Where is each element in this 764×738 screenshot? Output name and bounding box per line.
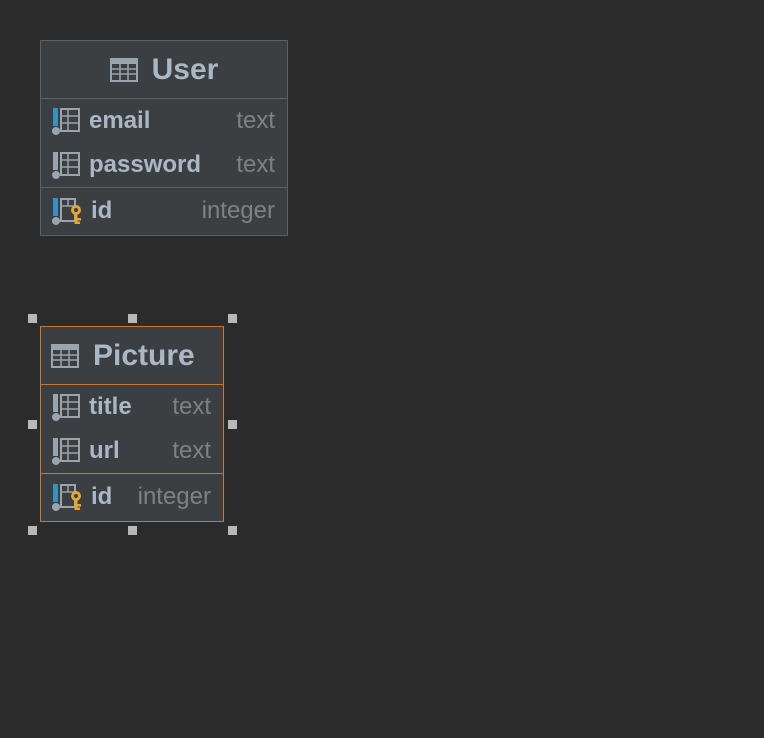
column-icon [51,392,81,422]
table-user[interactable]: User email text password text id integer [40,40,288,236]
column-row-url[interactable]: url text [41,429,223,473]
column-type: text [172,393,211,420]
resize-handle-right[interactable] [228,420,237,429]
column-row-title[interactable]: title text [41,385,223,429]
column-name: email [89,107,151,134]
table-picture[interactable]: Picture title text url text id integer [40,326,224,522]
resize-handle-top-left[interactable] [28,314,37,323]
column-row-password[interactable]: password text [41,143,287,187]
table-header[interactable]: User [41,41,287,99]
column-icon [51,106,81,136]
column-name: password [89,151,202,178]
column-name: id [91,196,113,224]
column-type: integer [201,196,275,224]
table-icon [51,343,79,368]
column-name: title [89,393,132,420]
diagram-canvas[interactable]: User email text password text id integer… [0,0,764,738]
column-icon [51,436,81,466]
column-type: text [172,437,211,464]
column-row-id[interactable]: id integer [41,474,223,519]
key-section: id integer [41,473,223,519]
table-header[interactable]: Picture [41,327,223,385]
primary-key-column-icon [51,482,83,512]
column-name: id [91,482,113,510]
key-section: id integer [41,187,287,233]
column-row-email[interactable]: email text [41,99,287,143]
resize-handle-bottom-right[interactable] [228,526,237,535]
column-icon [51,150,81,180]
table-icon [109,57,138,82]
resize-handle-top-right[interactable] [228,314,237,323]
column-type: integer [137,482,211,510]
column-name: url [89,437,120,464]
column-type: text [236,107,275,134]
resize-handle-top[interactable] [128,314,137,323]
resize-handle-left[interactable] [28,420,37,429]
column-type: text [236,151,275,178]
table-title: Picture [93,338,195,372]
primary-key-column-icon [51,196,83,226]
resize-handle-bottom-left[interactable] [28,526,37,535]
table-title: User [151,52,219,86]
column-row-id[interactable]: id integer [41,188,287,233]
resize-handle-bottom[interactable] [128,526,137,535]
